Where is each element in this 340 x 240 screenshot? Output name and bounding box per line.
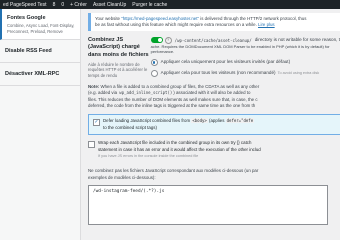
inline-note: Note: When a file is added to a combined… [88,84,340,110]
note-text: ) associated with it will also be added … [173,90,251,96]
site-url: "https://med-pagespeed.easyhoster.net" [121,16,200,21]
combine-js-label: Combinez JS (JavaScript) chargé dans moi… [88,37,151,79]
help-icon[interactable]: ? [164,36,172,44]
all-visitors-hint: To avoid using extra disk [277,70,320,75]
exclude-text: Ne combinez pas les fichiers JavaScript … [88,168,259,174]
wrap-hint: If you have JS errors in the console ins… [98,154,199,159]
purge-cache-menu[interactable]: Purger le cache [132,2,167,8]
sidebar-item-rss[interactable]: Disable RSS Feed [0,40,80,63]
notice-text: be as fast without using this feature wh… [95,21,259,27]
site-name-link[interactable]: ed PageSpeed Test [3,2,47,8]
comments-count[interactable]: 0 [61,2,64,8]
sidebar-item-desc: Combine, Async Load, Font-Display, Preco… [7,23,75,34]
read-more-link[interactable]: Lire plus [258,22,275,27]
exclude-patterns-textarea[interactable]: /wd-instagram-feed/(.*?).js [88,185,328,226]
toggle-desc: directory is not writable for some reaso… [254,37,340,43]
updates-count[interactable]: 8 [53,2,56,8]
defer-label: to the combined script tags) [103,124,157,130]
settings-main: Your website "https://med-pagespeed.easy… [88,9,340,240]
defer-option-box: ✓ Defer loading JavaScript combined file… [88,113,340,136]
note-label: Note: [88,83,100,89]
combine-js-row: Combinez JS (JavaScript) chargé dans moi… [88,36,340,79]
defer-label: Defer loading JavaScript combined files … [103,117,192,123]
guest-only-radio[interactable] [150,59,158,67]
notice-text: Your website [95,16,122,21]
toggle-desc-2: ache. Requires the DOMDocument XML DOM P… [150,43,330,49]
all-visitors-label: Appliquer cela pour tous les visiteurs (… [160,70,276,76]
wrap-try-catch-option: Wrap each JavaScript file included in th… [88,140,340,160]
create-new-menu[interactable]: + Créer [70,2,87,8]
body-code: <body> [191,117,208,123]
settings-sidebar: Fontes Google Combine, Async Load, Font-… [0,9,81,240]
note-code: wp_add_inline_script() [118,90,174,96]
defer-checkbox[interactable]: ✓ [93,118,100,126]
sidebar-item-xmlrpc[interactable]: Désactiver XML-RPC [0,63,80,86]
sidebar-item-google-fonts[interactable]: Fontes Google Combine, Async Load, Font-… [0,9,80,40]
exclude-description: Ne combinez pas les fichiers JavaScript … [88,168,333,181]
defer-label: (applies [207,117,226,123]
admin-bar: ed PageSpeed Test 8 0 + Créer Asset Clea… [0,0,340,9]
combine-js-subtitle: Aide à réduire le nombre de requêtes HTT… [88,61,148,78]
guest-only-label: Appliquer cela uniquement pour les visit… [160,59,291,65]
note-text: When a file is added to a combined group… [99,83,260,89]
note-text: deferred, the code from the inline tags … [88,103,256,109]
notice-text: is delivered through the HTTP/2 network … [199,16,307,21]
defer-code: defer="defe [225,117,255,123]
cache-dir-code: /wp-content/cache/asset-cleanup/ [173,37,253,44]
asset-cleanup-menu[interactable]: Asset CleanUp [93,2,126,8]
wrap-try-catch-checkbox[interactable] [88,141,95,149]
sidebar-item-title: Fontes Google [7,15,46,21]
combine-js-title: Combinez JS (JavaScript) chargé dans moi… [88,36,149,58]
combine-js-toggle[interactable] [150,37,163,44]
note-text: files. This reduces the number of DOM el… [88,96,258,102]
note-text: (e.g. added via [88,90,119,96]
http2-notice: Your website "https://med-pagespeed.easy… [88,13,340,31]
exclude-text: exemples de modèles ci-dessous): [88,174,156,180]
wrap-label: Wrap each JavaScript file included in th… [98,140,252,146]
wrap-label: statement in case it has an error and it… [98,146,261,152]
toggle-desc-3: performance. [150,49,175,55]
all-visitors-radio[interactable] [150,70,158,78]
